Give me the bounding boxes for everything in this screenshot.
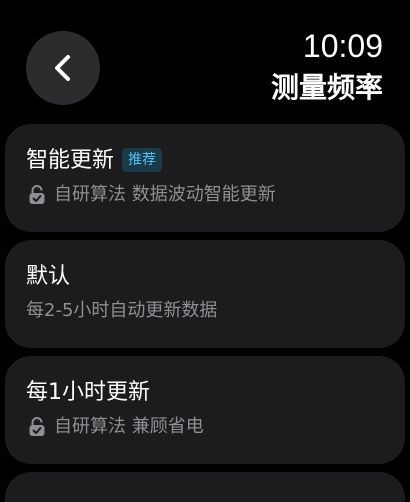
option-hourly-update[interactable]: 每1小时更新 自研算法 兼顾省电 (5, 356, 405, 464)
option-subtitle-text: 自研算法 数据波动智能更新 (54, 184, 276, 205)
back-button[interactable] (26, 31, 100, 105)
option-subtitle: 每2-5小时自动更新数据 (26, 298, 217, 324)
option-title: 默认 (26, 264, 71, 289)
option-title: 每1小时更新 (26, 380, 150, 405)
recommended-badge: 推荐 (122, 148, 163, 172)
clock-time: 10:09 (302, 28, 383, 64)
header: 10:09 测量频率 (0, 0, 410, 120)
option-subtitle: 自研算法 兼顾省电 (26, 414, 204, 440)
option-next-partial[interactable] (5, 472, 405, 502)
option-title: 智能更新 推荐 (26, 146, 163, 176)
option-title-text: 智能更新 (26, 148, 115, 173)
chevron-left-icon (55, 55, 70, 81)
lock-check-icon (29, 185, 45, 204)
lock-check-icon (29, 417, 45, 436)
page-title: 测量频率 (270, 71, 383, 104)
option-smart-update[interactable]: 智能更新 推荐 自研算法 数据波动智能更新 (5, 124, 405, 232)
option-subtitle-text: 自研算法 兼顾省电 (54, 416, 204, 437)
option-subtitle-text: 每2-5小时自动更新数据 (26, 300, 218, 321)
option-subtitle: 自研算法 数据波动智能更新 (26, 182, 276, 208)
option-default[interactable]: 默认 每2-5小时自动更新数据 (5, 240, 405, 348)
